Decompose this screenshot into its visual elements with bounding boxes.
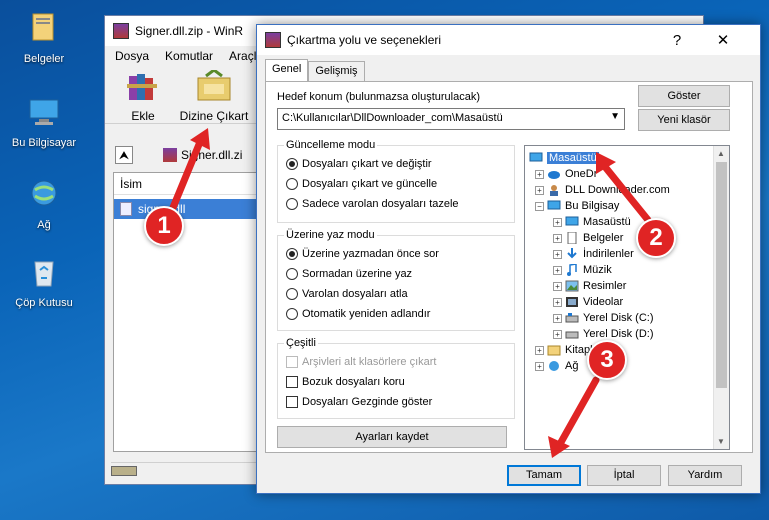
tutorial-arrows [168,128,652,458]
arrow-3 [556,376,600,448]
step-callout-1: 1 [144,206,184,246]
arrow-1 [168,138,204,214]
arrow-2 [602,164,652,224]
step-callout-3: 3 [587,340,627,380]
step-callout-2: 2 [636,218,676,258]
